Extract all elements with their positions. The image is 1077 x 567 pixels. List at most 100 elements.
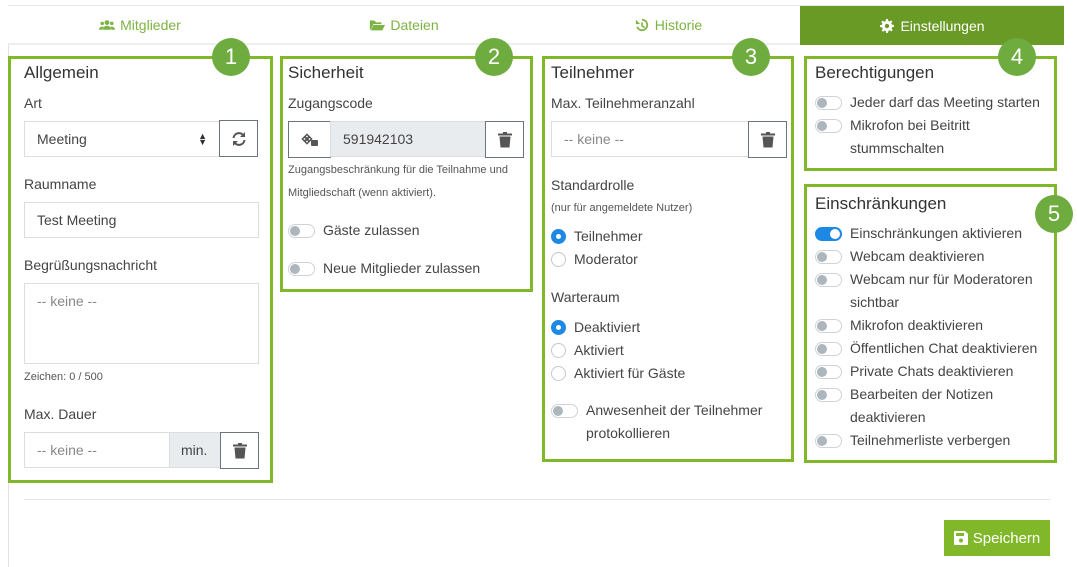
restriction-label: Private Chats deaktivieren (850, 363, 1014, 379)
anyone-can-start-label: Jeder darf das Meeting starten (850, 94, 1040, 110)
waiting-room-disabled-radio[interactable] (551, 319, 566, 335)
attendance-toggle-row: Anwesenheit der Teilnehmer protokolliere… (551, 399, 762, 445)
restriction-label: Einschränkungen aktivieren (850, 225, 1022, 241)
restriction-label: Webcam nur für Moderatoren sichtbar (850, 268, 1033, 314)
restriction-label-line-1: Bearbeiten der Notizen (850, 386, 994, 402)
disable-webcam-toggle[interactable] (815, 250, 842, 264)
hide-participant-list-toggle[interactable] (815, 434, 842, 448)
room-name-input[interactable]: Test Meeting (24, 202, 259, 238)
disable-private-chats-toggle[interactable] (815, 365, 842, 379)
waiting-room-guests-label: Aktiviert für Gäste (574, 365, 686, 381)
anyone-can-start-toggle-row: Jeder darf das Meeting starten (815, 91, 1040, 114)
save-button[interactable]: Speichern (944, 520, 1050, 556)
max-duration-input[interactable]: -- keine -- (24, 432, 170, 468)
access-code-input[interactable]: 591942103 (330, 121, 486, 157)
disable-microphone-toggle[interactable] (815, 319, 842, 333)
room-name-label: Raumname (24, 176, 97, 192)
attendance-label-line-2: protokollieren (586, 425, 671, 441)
restriction-row: Öffentlichen Chat deaktivieren (815, 337, 1037, 360)
allow-guests-toggle[interactable] (288, 224, 315, 238)
general-title: Allgemein (24, 63, 99, 82)
restriction-label: Mikrofon deaktivieren (850, 317, 984, 333)
delete-access-code-button[interactable] (485, 121, 524, 158)
type-select-value: Meeting (37, 131, 87, 147)
type-label: Art (24, 95, 42, 111)
clear-max-participants-button[interactable] (748, 121, 787, 158)
save-button-label: Speichern (972, 529, 1041, 547)
allow-guests-toggle-row: Gäste zulassen (288, 219, 420, 242)
security-title: Sicherheit (288, 63, 364, 82)
mute-on-join-label-line-1: Mikrofon bei Beitritt (850, 117, 970, 133)
tab-history[interactable]: Historie (536, 6, 800, 45)
waiting-room-option-disabled: Deaktiviert (551, 316, 640, 338)
role-moderator-radio[interactable] (551, 251, 566, 267)
restriction-label-line-2: sichtbar (850, 294, 900, 310)
role-participant-label: Teilnehmer (574, 228, 643, 244)
restriction-row: Webcam nur für Moderatoren sichtbar (815, 268, 1033, 314)
dice-icon (300, 132, 318, 146)
tab-files-label: Dateien (390, 16, 439, 33)
allow-new-members-label: Neue Mitglieder zulassen (323, 260, 481, 276)
callout-badge-3: 3 (732, 38, 770, 76)
refresh-type-button[interactable] (219, 120, 258, 157)
participants-title: Teilnehmer (551, 63, 635, 82)
max-participants-input[interactable]: -- keine -- (551, 121, 749, 157)
folder-open-icon (370, 20, 386, 30)
select-arrows-icon: ▲ ▼ (198, 131, 207, 147)
role-option-participant: Teilnehmer (551, 225, 642, 247)
tab-members-label: Mitglieder (120, 16, 181, 33)
history-icon (635, 18, 648, 31)
default-role-label: Standardrolle (551, 177, 635, 193)
mute-on-join-label: Mikrofon bei Beitritt stummschalten (850, 114, 970, 160)
disable-public-chat-toggle[interactable] (815, 342, 842, 356)
default-role-hint: (nur für angemeldete Nutzer) (551, 202, 693, 214)
max-duration-unit: min. (169, 432, 221, 468)
restriction-row: Private Chats deaktivieren (815, 360, 1013, 383)
waiting-room-enabled-radio[interactable] (551, 342, 566, 358)
callout-badge-4: 4 (998, 38, 1036, 76)
allow-guests-label: Gäste zulassen (323, 222, 420, 238)
generate-access-code-button[interactable] (288, 121, 331, 158)
role-participant-radio[interactable] (551, 228, 566, 244)
restriction-label-line-2: deaktivieren (850, 409, 926, 425)
waiting-room-option-guests: Aktiviert für Gäste (551, 362, 685, 384)
role-option-moderator: Moderator (551, 248, 638, 270)
enable-restrictions-toggle[interactable] (815, 227, 842, 241)
webcam-moderators-only-toggle[interactable] (815, 273, 842, 287)
callout-badge-2: 2 (475, 38, 513, 76)
callout-badge-5: 5 (1035, 195, 1073, 233)
restriction-label-line-1: Webcam nur für Moderatoren (850, 271, 1033, 287)
allow-new-members-toggle-row: Neue Mitglieder zulassen (288, 257, 480, 280)
tab-settings-label: Einstellungen (900, 17, 985, 34)
restrictions-title: Einschränkungen (815, 194, 947, 213)
permissions-title: Berechtigungen (815, 63, 935, 82)
users-icon (99, 19, 116, 30)
waiting-room-enabled-label: Aktiviert (574, 342, 624, 358)
waiting-room-disabled-label: Deaktiviert (574, 319, 641, 335)
floppy-disk-icon (953, 531, 968, 545)
welcome-message-textarea[interactable]: -- keine -- (24, 283, 259, 364)
waiting-room-label: Warteraum (551, 289, 620, 305)
waiting-room-guests-radio[interactable] (551, 365, 566, 381)
tab-bar: Mitglieder Dateien Historie Einstellunge… (8, 5, 1064, 45)
type-select[interactable]: Meeting ▲ ▼ (24, 121, 220, 157)
clear-max-duration-button[interactable] (220, 432, 259, 469)
gear-icon (880, 18, 895, 33)
char-counter: Zeichen: 0 / 500 (24, 371, 103, 383)
restriction-row: Einschränkungen aktivieren (815, 222, 1022, 245)
restriction-row: Webcam deaktivieren (815, 245, 984, 268)
restriction-row: Mikrofon deaktivieren (815, 314, 983, 337)
mute-on-join-label-line-2: stummschalten (850, 140, 945, 156)
footer-divider (24, 499, 1050, 500)
disable-notes-editing-toggle[interactable] (815, 388, 842, 402)
max-duration-label: Max. Dauer (24, 406, 97, 422)
sync-icon (232, 131, 245, 146)
access-code-help-line-1: Zugangsbeschränkung für die Teilnahme un… (288, 164, 508, 176)
trash-icon (232, 442, 247, 458)
attendance-toggle[interactable] (551, 404, 578, 418)
anyone-can-start-toggle[interactable] (815, 96, 842, 110)
allow-new-members-toggle[interactable] (288, 262, 315, 276)
access-code-label: Zugangscode (288, 95, 373, 111)
mute-on-join-toggle[interactable] (815, 119, 842, 133)
restriction-label: Teilnehmerliste verbergen (850, 432, 1011, 448)
